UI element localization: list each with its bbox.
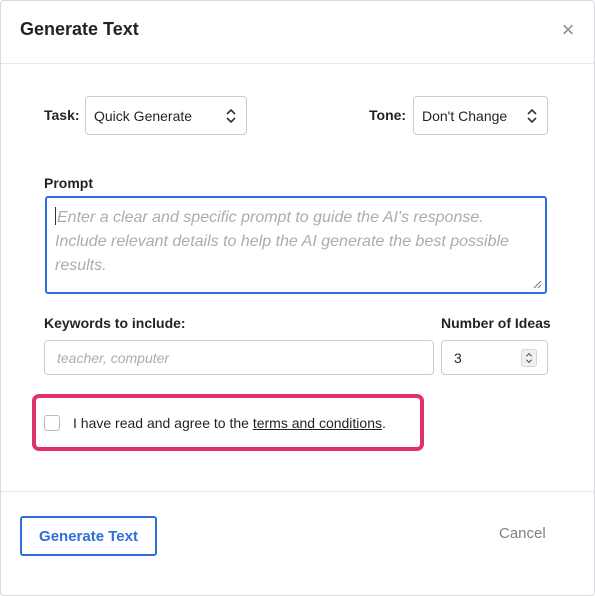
dialog-header: Generate Text × bbox=[1, 1, 594, 64]
agreement-suffix: . bbox=[382, 415, 386, 431]
resize-handle-icon[interactable] bbox=[533, 280, 542, 289]
ideas-value: 3 bbox=[454, 349, 462, 366]
dialog-title: Generate Text bbox=[20, 19, 139, 39]
chevron-up-down-icon bbox=[226, 108, 236, 124]
generate-text-dialog: Generate Text × Task: Quick Generate Ton… bbox=[0, 0, 595, 596]
ideas-number-input[interactable]: 3 bbox=[441, 340, 548, 375]
keywords-input[interactable]: teacher, computer bbox=[44, 340, 434, 375]
prompt-textarea[interactable]: Enter a clear and specific prompt to gui… bbox=[45, 196, 547, 294]
task-label: Task: bbox=[44, 107, 80, 123]
terms-link[interactable]: terms and conditions bbox=[253, 415, 382, 431]
tone-label: Tone: bbox=[369, 107, 407, 123]
close-icon[interactable]: × bbox=[558, 19, 578, 41]
task-select[interactable]: Quick Generate bbox=[85, 96, 247, 135]
keywords-placeholder: teacher, computer bbox=[57, 349, 170, 366]
ideas-label: Number of Ideas bbox=[441, 315, 551, 331]
task-selected-value: Quick Generate bbox=[94, 107, 193, 124]
agreement-text: I have read and agree to the terms and c… bbox=[73, 415, 386, 431]
dialog-footer bbox=[1, 491, 594, 492]
agree-checkbox[interactable] bbox=[44, 415, 60, 431]
cancel-button[interactable]: Cancel bbox=[499, 525, 546, 542]
tone-selected-value: Don't Change bbox=[422, 107, 508, 124]
tone-select[interactable]: Don't Change bbox=[413, 96, 548, 135]
prompt-placeholder: Enter a clear and specific prompt to gui… bbox=[55, 209, 509, 274]
text-caret bbox=[55, 207, 56, 225]
chevron-up-down-icon bbox=[527, 108, 537, 124]
agreement-prefix: I have read and agree to the bbox=[73, 415, 253, 431]
spinner-arrows-icon[interactable] bbox=[521, 349, 537, 367]
prompt-label: Prompt bbox=[44, 175, 93, 191]
generate-text-button[interactable]: Generate Text bbox=[20, 516, 157, 556]
keywords-label: Keywords to include: bbox=[44, 315, 186, 331]
